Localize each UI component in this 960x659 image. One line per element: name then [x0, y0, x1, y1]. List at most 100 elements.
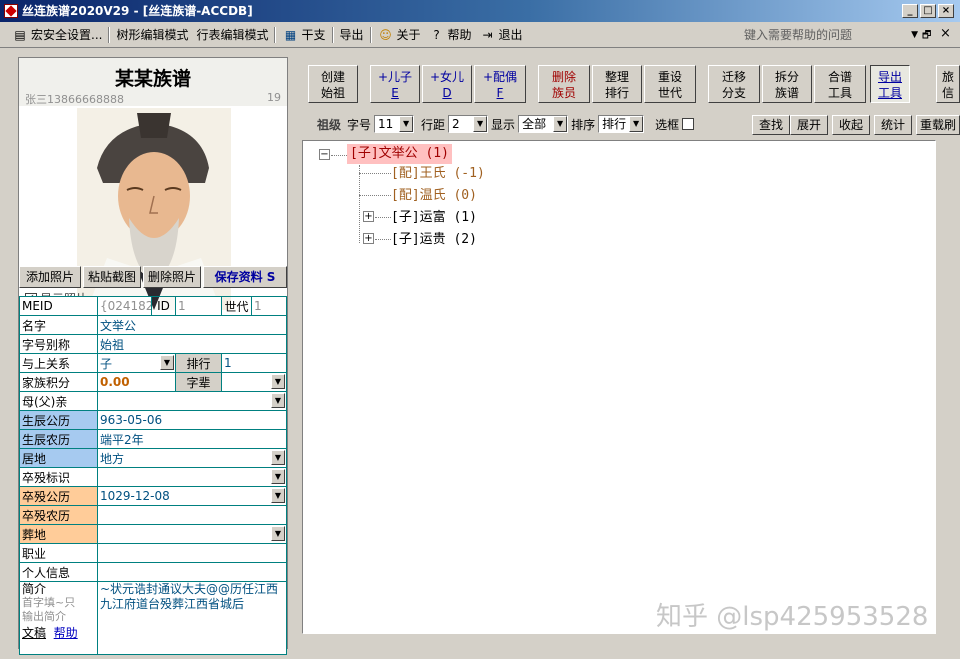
chevron-down-icon[interactable]: ▼ — [553, 116, 568, 132]
alias-field[interactable]: 始祖 — [97, 334, 287, 354]
chevron-down-icon[interactable]: ▼ — [271, 393, 285, 408]
chevron-down-icon[interactable]: ▼ — [399, 116, 414, 132]
partial-toolbar-button[interactable]: 旅信 — [936, 65, 960, 103]
reset-generation-button[interactable]: 重设 世代 — [644, 65, 696, 103]
chevron-down-icon[interactable]: ▼ — [271, 450, 285, 465]
add-daughter-button[interactable]: +女儿 D — [422, 65, 472, 103]
tree-node-root[interactable]: [子]文举公 (1) — [347, 144, 452, 164]
generation-char-select[interactable]: ▼ — [221, 372, 287, 392]
residence-select[interactable]: 地方 ▼ — [97, 448, 287, 468]
selectbox-checkbox[interactable] — [682, 118, 695, 130]
meid-field[interactable]: {024182 — [97, 296, 152, 316]
expand-button[interactable]: 展开 — [790, 115, 828, 135]
maximize-button[interactable]: □ — [920, 4, 936, 18]
job-label: 职业 — [19, 543, 98, 563]
chevron-down-icon[interactable]: ▼ — [160, 355, 174, 370]
find-button[interactable]: 查找 — [752, 115, 790, 135]
chevron-down-icon[interactable]: ▼ — [911, 26, 918, 44]
close-doc-icon[interactable]: × — [940, 26, 951, 41]
menu-export[interactable]: 导出 — [336, 24, 368, 46]
restore-icon[interactable]: 🗗 — [922, 28, 931, 45]
genealogy-title: 某某族谱 — [114, 68, 191, 90]
window-titlebar: 丝连族谱2020V29 - [丝连族谱-ACCDB] _ □ × — [0, 0, 960, 22]
tree-node-child[interactable]: [子]运富 (1) — [391, 208, 477, 228]
sort-select[interactable]: 排行 ▼ — [598, 115, 645, 133]
draft-link[interactable]: 文稿 — [22, 626, 46, 640]
sort-rank-button[interactable]: 整理 排行 — [592, 65, 642, 103]
job-field[interactable] — [97, 543, 287, 563]
chevron-down-icon[interactable]: ▼ — [271, 374, 285, 389]
id-field[interactable]: 1 — [175, 296, 222, 316]
menu-macro-security[interactable]: ▤ 宏安全设置... — [8, 24, 106, 46]
line-spacing-select[interactable]: 2 ▼ — [448, 115, 489, 133]
birth-gregorian-field[interactable]: 963-05-06 — [97, 410, 287, 430]
death-flag-select[interactable]: ▼ — [97, 467, 287, 487]
delete-member-button[interactable]: 删除 族员 — [538, 65, 590, 103]
death-flag-label: 卒殁标识 — [19, 467, 98, 487]
rank-label: 排行 — [175, 353, 222, 373]
tree-node-spouse[interactable]: [配]王氏 (-1) — [391, 164, 485, 184]
add-son-button[interactable]: +儿子 E — [370, 65, 420, 103]
close-button[interactable]: × — [938, 4, 954, 18]
minimize-button[interactable]: _ — [902, 4, 918, 18]
name-label: 名字 — [19, 315, 98, 335]
collapse-node-icon[interactable]: − — [319, 149, 330, 160]
relation-select[interactable]: 子 ▼ — [97, 353, 176, 373]
paste-screenshot-button[interactable]: 粘贴截图 — [83, 266, 141, 288]
mother-select[interactable]: ▼ — [97, 391, 287, 411]
points-field[interactable]: 0.00 — [97, 372, 176, 392]
help-link[interactable]: 帮助 — [54, 626, 78, 640]
genealogy-header: 某某族谱 张三13866668888 19 — [19, 58, 287, 106]
residence-label: 居地 — [19, 448, 98, 468]
tree-connector — [375, 217, 391, 218]
generation-field[interactable]: 1 — [251, 296, 287, 316]
menu-tree-edit-mode[interactable]: 树形编辑模式 — [112, 24, 192, 46]
menu-table-edit-mode[interactable]: 行表编辑模式 — [192, 24, 272, 46]
birth-lunar-label: 生辰农历 — [19, 429, 98, 449]
family-tree[interactable]: − [子]文举公 (1) [配]王氏 (-1) [配]温氏 (0) + [子]运… — [302, 140, 936, 634]
menu-ganzhi[interactable]: ▦ 干支 — [278, 24, 329, 46]
personal-info-label: 个人信息 — [19, 562, 98, 582]
birth-lunar-field[interactable]: 端平2年 — [97, 429, 287, 449]
char-size-select[interactable]: 11 ▼ — [374, 115, 415, 133]
tree-node-spouse[interactable]: [配]温氏 (0) — [391, 186, 477, 206]
add-spouse-button[interactable]: +配偶 F — [474, 65, 526, 103]
help-search-input[interactable]: 键入需要帮助的问题 ▼ — [740, 26, 918, 44]
split-genealogy-button[interactable]: 拆分 族谱 — [762, 65, 812, 103]
app-icon — [4, 4, 18, 18]
chevron-down-icon[interactable]: ▼ — [271, 488, 285, 503]
reload-button[interactable]: 重载刷 — [916, 115, 960, 135]
display-label: 显示 — [491, 117, 516, 132]
display-select[interactable]: 全部 ▼ — [518, 115, 569, 133]
death-lunar-field[interactable] — [97, 505, 287, 525]
death-gregorian-select[interactable]: 1029-12-08 ▼ — [97, 486, 287, 506]
statistics-button[interactable]: 统计 — [874, 115, 912, 135]
collapse-button[interactable]: 收起 — [832, 115, 870, 135]
export-tool-button[interactable]: 导出 工具 — [870, 65, 910, 103]
add-photo-button[interactable]: 添加照片 — [19, 266, 81, 288]
menu-help[interactable]: ? 帮助 — [425, 24, 476, 46]
expand-node-icon[interactable]: + — [363, 211, 374, 222]
tree-panel: 创建 始祖 +儿子 E +女儿 D +配偶 F 删除 族员 整理 排行 重设 世代 迁移 分支 … — [300, 57, 960, 649]
delete-photo-button[interactable]: 删除照片 — [143, 266, 201, 288]
chevron-down-icon[interactable]: ▼ — [271, 526, 285, 541]
merge-tool-button[interactable]: 合谱 工具 — [814, 65, 866, 103]
move-branch-button[interactable]: 迁移 分支 — [708, 65, 760, 103]
menu-about[interactable]: ☺ 关于 — [374, 24, 425, 46]
expand-node-icon[interactable]: + — [363, 233, 374, 244]
selectbox-label: 选框 — [655, 117, 680, 132]
create-root-button[interactable]: 创建 始祖 — [308, 65, 358, 103]
name-field[interactable]: 文举公 — [97, 315, 287, 335]
relation-label: 与上关系 — [19, 353, 98, 373]
tree-node-child[interactable]: [子]运贵 (2) — [391, 230, 477, 250]
personal-info-field[interactable] — [97, 562, 287, 582]
chevron-down-icon[interactable]: ▼ — [271, 469, 285, 484]
rank-field[interactable]: 1 — [221, 353, 287, 373]
save-data-button[interactable]: 保存资料 S — [203, 266, 287, 288]
menu-separator — [331, 26, 334, 43]
bio-field[interactable]: ~状元诰封通议大夫@@历任江西九江府道台殁葬江西省城后 — [97, 581, 287, 655]
burial-select[interactable]: ▼ — [97, 524, 287, 544]
menu-exit[interactable]: ⇥ 退出 — [476, 24, 527, 46]
chevron-down-icon[interactable]: ▼ — [473, 116, 488, 132]
chevron-down-icon[interactable]: ▼ — [629, 116, 644, 132]
